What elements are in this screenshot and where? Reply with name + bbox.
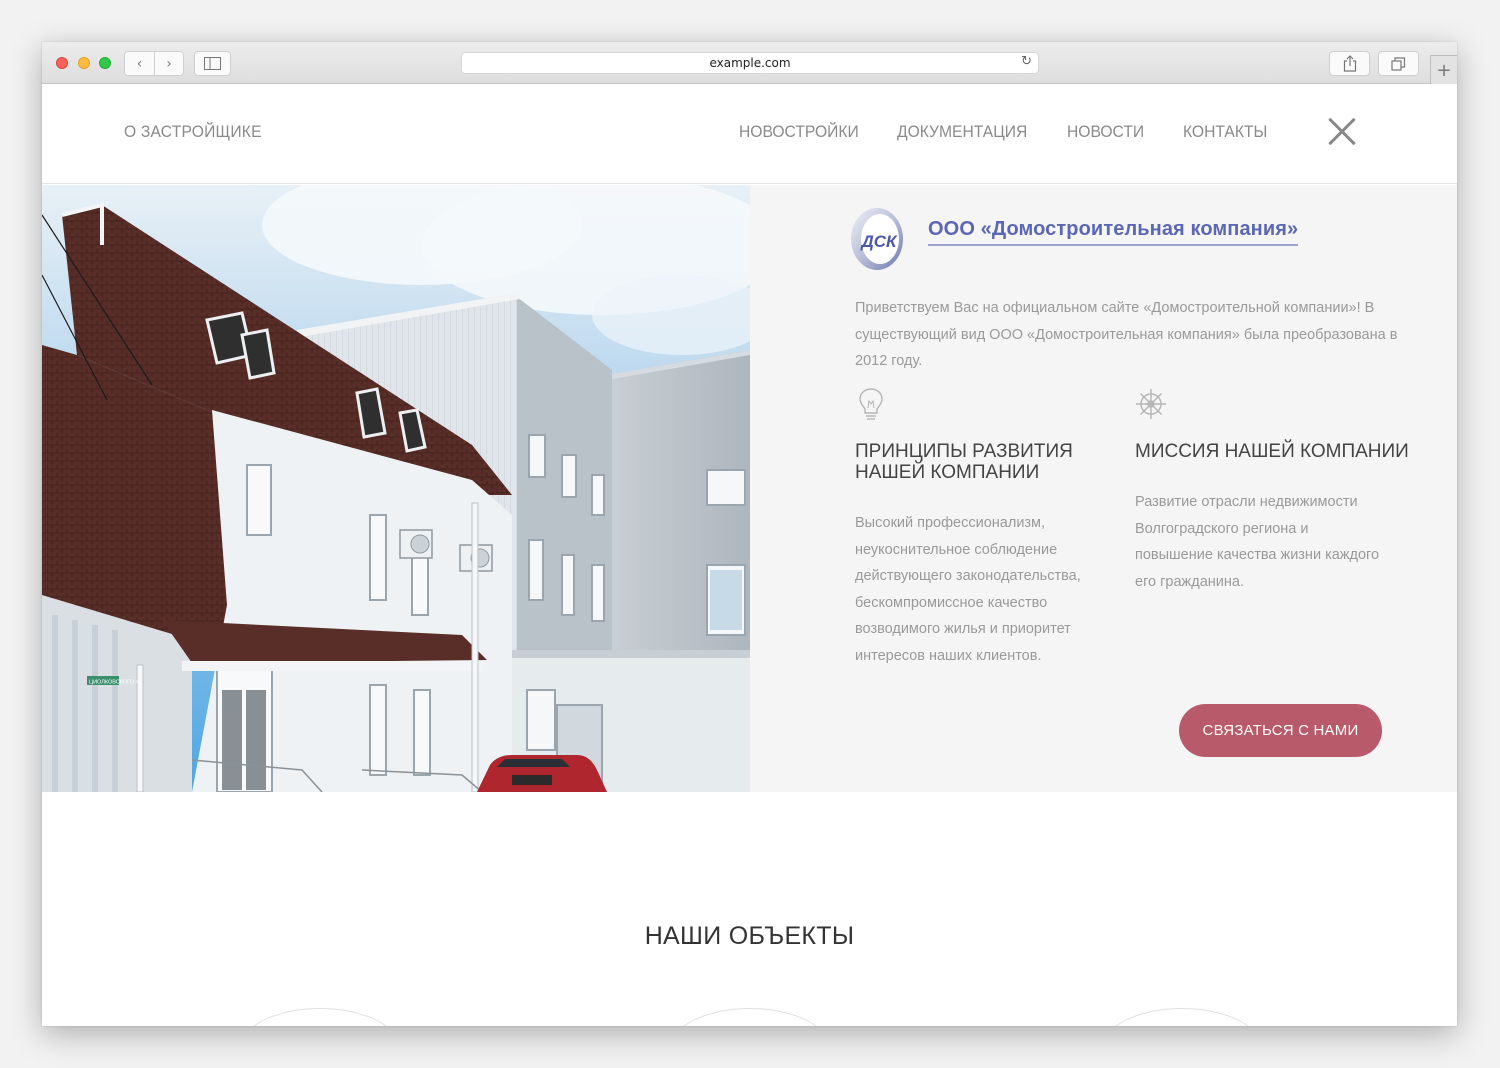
browser-window: ‹ › example.com ↻ + О ЗАСТРОЙЩИКЕ НОВОСТ… [42,42,1457,1026]
section-title-objects: НАШИ ОБЪЕКТЫ [644,922,855,950]
reload-icon[interactable]: ↻ [1021,54,1032,69]
logo-text: ДСК [859,232,898,251]
hero-info-panel: ДСК ООО «Домостроительная компания» Прив… [750,185,1457,792]
zoom-window-button[interactable] [99,57,111,69]
nav-about-developer[interactable]: О ЗАСТРОЙЩИКЕ [124,122,262,142]
nav-item-new-buildings[interactable]: НОВОСТРОЙКИ [739,122,859,142]
intro-text: Приветствуем Вас на официальном сайте «Д… [855,300,1398,369]
share-icon [1343,55,1356,72]
object-card[interactable] [670,1008,830,1026]
history-nav: ‹ › [124,51,184,76]
tabs-overview-button[interactable] [1378,51,1419,76]
contact-us-button[interactable]: СВЯЗАТЬСЯ С НАМИ [1179,704,1382,757]
site-header: О ЗАСТРОЙЩИКЕ НОВОСТРОЙКИ ДОКУМЕНТАЦИЯ Н… [42,84,1457,184]
browser-toolbar: ‹ › example.com ↻ + [42,42,1457,84]
url-text: example.com [709,56,791,70]
feature-text-principles: Высокий профессионализм, неукоснительное… [855,515,1081,664]
lightbulb-icon [859,388,883,420]
feature-text-mission: Развитие отрасли недвижимости Волгоградс… [1135,494,1380,590]
new-tab-button[interactable]: + [1430,55,1457,84]
hero-building-image: ЦИОЛКОВСКОГО 41 [42,185,750,792]
share-button[interactable] [1329,51,1370,76]
street-sign-text: ЦИОЛКОВСКОГО 41 [89,680,142,686]
address-bar[interactable]: example.com ↻ [461,52,1039,74]
forward-icon[interactable]: › [154,51,184,76]
feature-title-mission: МИССИЯ НАШЕЙ КОМПАНИИ [1135,441,1409,462]
minimize-window-button[interactable] [78,57,90,69]
nav-item-contacts[interactable]: КОНТАКТЫ [1183,122,1267,142]
close-window-button[interactable] [56,57,68,69]
company-logo: ДСК [849,206,905,272]
object-card[interactable] [240,1008,400,1026]
back-icon[interactable]: ‹ [124,51,154,76]
nav-item-documentation[interactable]: ДОКУМЕНТАЦИЯ [897,122,1027,142]
close-icon[interactable] [1327,116,1357,146]
sidebar-toggle-button[interactable] [194,51,231,76]
sidebar-icon [204,57,221,70]
ship-wheel-icon [1136,389,1166,419]
object-card[interactable] [1102,1008,1262,1026]
feature-title-principles: ПРИНЦИПЫ РАЗВИТИЯ НАШЕЙ КОМПАНИИ [855,441,1073,483]
nav-item-news[interactable]: НОВОСТИ [1067,122,1144,142]
tabs-icon [1391,56,1406,71]
company-name: ООО «Домостроительная компания» [928,218,1299,246]
